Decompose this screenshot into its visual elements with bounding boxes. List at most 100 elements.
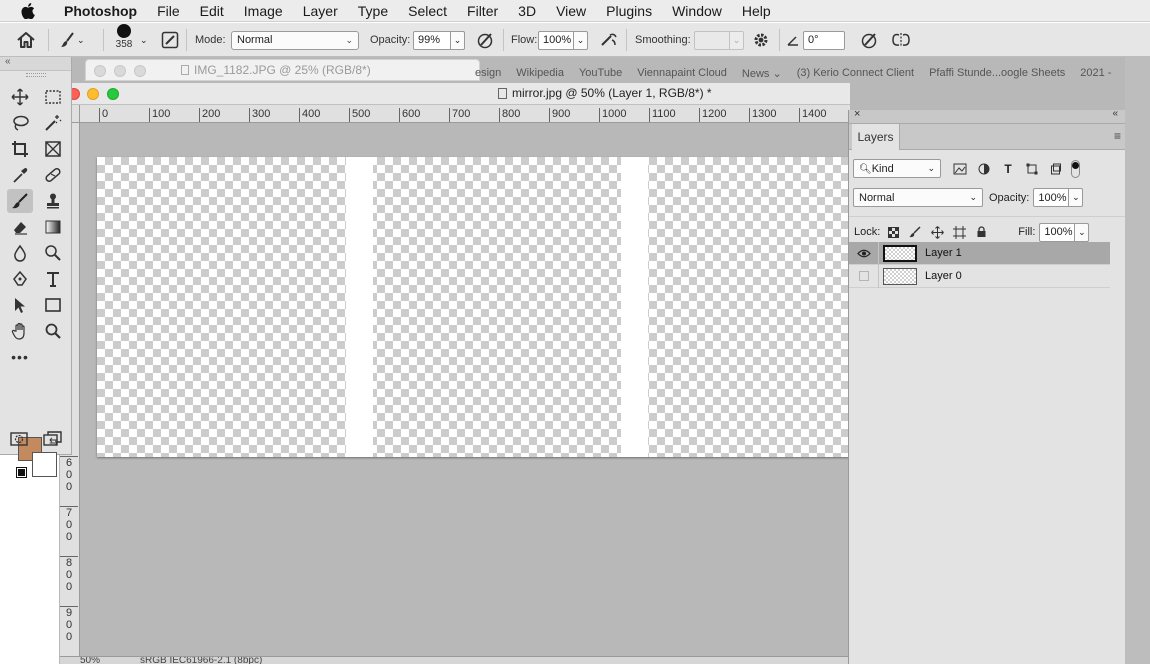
more-tools-button[interactable]: ••• bbox=[7, 345, 33, 369]
eyedropper-tool[interactable] bbox=[7, 163, 33, 187]
frame-tool[interactable] bbox=[40, 137, 66, 161]
bookmark-item[interactable]: News ⌄ bbox=[742, 67, 782, 80]
magic-wand-tool[interactable] bbox=[40, 111, 66, 135]
smoothing-dropdown[interactable]: ⌄ bbox=[730, 30, 744, 50]
menu-edit[interactable]: Edit bbox=[190, 0, 234, 22]
filter-adjustment-icon[interactable] bbox=[977, 162, 991, 176]
airbrush-icon[interactable] bbox=[599, 23, 619, 57]
pressure-opacity-icon[interactable] bbox=[476, 23, 494, 57]
type-tool[interactable] bbox=[40, 267, 66, 291]
bookmark-item[interactable]: Viennapaint Cloud bbox=[637, 67, 727, 79]
pen-tool[interactable] bbox=[7, 267, 33, 291]
window-zoom-button[interactable] bbox=[134, 65, 146, 77]
menu-plugins[interactable]: Plugins bbox=[596, 0, 662, 22]
image-canvas[interactable] bbox=[97, 157, 850, 457]
bookmark-item[interactable]: esign bbox=[475, 67, 501, 79]
eraser-tool[interactable] bbox=[7, 215, 33, 239]
menu-window[interactable]: Window bbox=[662, 0, 732, 22]
symmetry-icon[interactable] bbox=[891, 23, 911, 57]
flow-dropdown[interactable]: ⌄ bbox=[574, 30, 588, 50]
blur-tool[interactable] bbox=[7, 241, 33, 265]
bookmark-item[interactable]: (3) Kerio Connect Client bbox=[797, 67, 914, 79]
gradient-tool[interactable] bbox=[40, 215, 66, 239]
collapse-icon[interactable]: « bbox=[1112, 108, 1118, 119]
background-color-swatch[interactable] bbox=[32, 452, 57, 477]
document-titlebar[interactable]: mirror.jpg @ 50% (Layer 1, RGB/8*) * bbox=[60, 83, 850, 105]
dock-header[interactable]: × « bbox=[849, 108, 1125, 124]
layer-opacity-dropdown[interactable]: ⌄ bbox=[1069, 188, 1084, 207]
home-icon[interactable] bbox=[16, 23, 36, 57]
zoom-level[interactable]: 50% bbox=[80, 657, 100, 664]
marquee-tool[interactable] bbox=[40, 85, 66, 109]
bookmark-item[interactable]: 2021 - bbox=[1080, 67, 1111, 79]
screen-mode-icon[interactable] bbox=[43, 431, 63, 450]
filter-type-icon[interactable]: T bbox=[1001, 162, 1015, 176]
filter-smart-object-icon[interactable] bbox=[1049, 162, 1063, 176]
opacity-dropdown[interactable]: ⌄ bbox=[451, 30, 465, 50]
default-colors-icon[interactable] bbox=[16, 467, 27, 478]
lock-position-icon[interactable] bbox=[930, 225, 944, 239]
layer-opacity-input[interactable]: 100% bbox=[1033, 188, 1070, 207]
layer-name[interactable]: Layer 0 bbox=[925, 270, 962, 282]
fill-input[interactable]: 100% bbox=[1039, 222, 1076, 242]
menu-help[interactable]: Help bbox=[732, 0, 781, 22]
close-icon[interactable]: × bbox=[854, 108, 860, 120]
lock-pixels-icon[interactable] bbox=[908, 225, 922, 239]
menu-app-name[interactable]: Photoshop bbox=[54, 0, 147, 22]
window-minimize-button[interactable] bbox=[114, 65, 126, 77]
pressure-size-icon[interactable] bbox=[860, 23, 878, 57]
layer-visibility-toggle[interactable] bbox=[849, 241, 879, 265]
menu-layer[interactable]: Layer bbox=[293, 0, 348, 22]
panel-menu-icon[interactable]: ≡ bbox=[1114, 129, 1121, 143]
filter-kind-select[interactable]: 🔍︎Kind ⌄ bbox=[853, 159, 941, 178]
blend-mode-select[interactable]: Normal ⌄ bbox=[853, 188, 983, 207]
background-document-window[interactable]: IMG_1182.JPG @ 25% (RGB/8*) bbox=[85, 59, 480, 81]
lock-artboard-icon[interactable] bbox=[952, 225, 966, 239]
crop-tool[interactable] bbox=[7, 137, 33, 161]
window-zoom-button[interactable] bbox=[107, 88, 119, 100]
brush-tool-icon[interactable]: ⌄ bbox=[59, 23, 85, 57]
brush-preset-picker[interactable]: 358 bbox=[113, 23, 135, 57]
window-close-button[interactable] bbox=[94, 65, 106, 77]
layer-visibility-toggle[interactable] bbox=[849, 264, 879, 288]
flow-input[interactable]: 100% bbox=[538, 30, 574, 50]
color-profile[interactable]: sRGB IEC61966-2.1 (8bpc) bbox=[140, 657, 262, 664]
move-tool[interactable] bbox=[7, 85, 33, 109]
opacity-input[interactable]: 99% bbox=[413, 30, 451, 50]
mode-select[interactable]: Normal ⌄ bbox=[231, 30, 359, 50]
apple-icon[interactable] bbox=[18, 2, 38, 19]
bookmark-item[interactable]: YouTube bbox=[579, 67, 622, 79]
smoothing-input[interactable] bbox=[694, 30, 730, 50]
dodge-tool[interactable] bbox=[40, 241, 66, 265]
filter-toggle[interactable] bbox=[1071, 159, 1080, 178]
rectangle-tool[interactable] bbox=[40, 293, 66, 317]
brush-tool[interactable] bbox=[7, 189, 33, 213]
layer-row-layer-1[interactable]: Layer 1 bbox=[849, 241, 1110, 265]
window-minimize-button[interactable] bbox=[87, 88, 99, 100]
menu-3d[interactable]: 3D bbox=[508, 0, 546, 22]
menu-image[interactable]: Image bbox=[234, 0, 293, 22]
clone-stamp-tool[interactable] bbox=[40, 189, 66, 213]
chevron-down-icon[interactable]: ⌄ bbox=[140, 23, 148, 57]
filter-shape-icon[interactable] bbox=[1025, 162, 1039, 176]
horizontal-ruler[interactable]: 0 100 200 300 400 500 600 700 800 900 10… bbox=[80, 105, 850, 123]
menu-filter[interactable]: Filter bbox=[457, 0, 508, 22]
tab-layers[interactable]: Layers bbox=[852, 124, 900, 150]
lock-transparent-icon[interactable] bbox=[886, 225, 900, 239]
collapse-icon[interactable]: « bbox=[5, 56, 11, 67]
menu-select[interactable]: Select bbox=[398, 0, 457, 22]
chevron-down-icon[interactable]: ⌄ bbox=[77, 35, 85, 46]
bookmark-item[interactable]: Wikipedia bbox=[516, 67, 564, 79]
filter-pixel-icon[interactable] bbox=[953, 162, 967, 176]
menu-type[interactable]: Type bbox=[348, 0, 398, 22]
tools-panel-header[interactable]: « bbox=[0, 56, 71, 71]
hand-tool[interactable] bbox=[7, 319, 33, 343]
zoom-tool[interactable] bbox=[40, 319, 66, 343]
bookmark-item[interactable]: Pfaffi Stunde...oogle Sheets bbox=[929, 67, 1065, 79]
layer-name[interactable]: Layer 1 bbox=[925, 247, 962, 259]
quick-mask-icon[interactable] bbox=[10, 431, 28, 450]
lock-all-icon[interactable] bbox=[974, 225, 988, 239]
angle-input[interactable]: 0° bbox=[803, 30, 845, 50]
layer-row-layer-0[interactable]: Layer 0 bbox=[849, 264, 1110, 288]
fill-dropdown[interactable]: ⌄ bbox=[1075, 222, 1090, 242]
